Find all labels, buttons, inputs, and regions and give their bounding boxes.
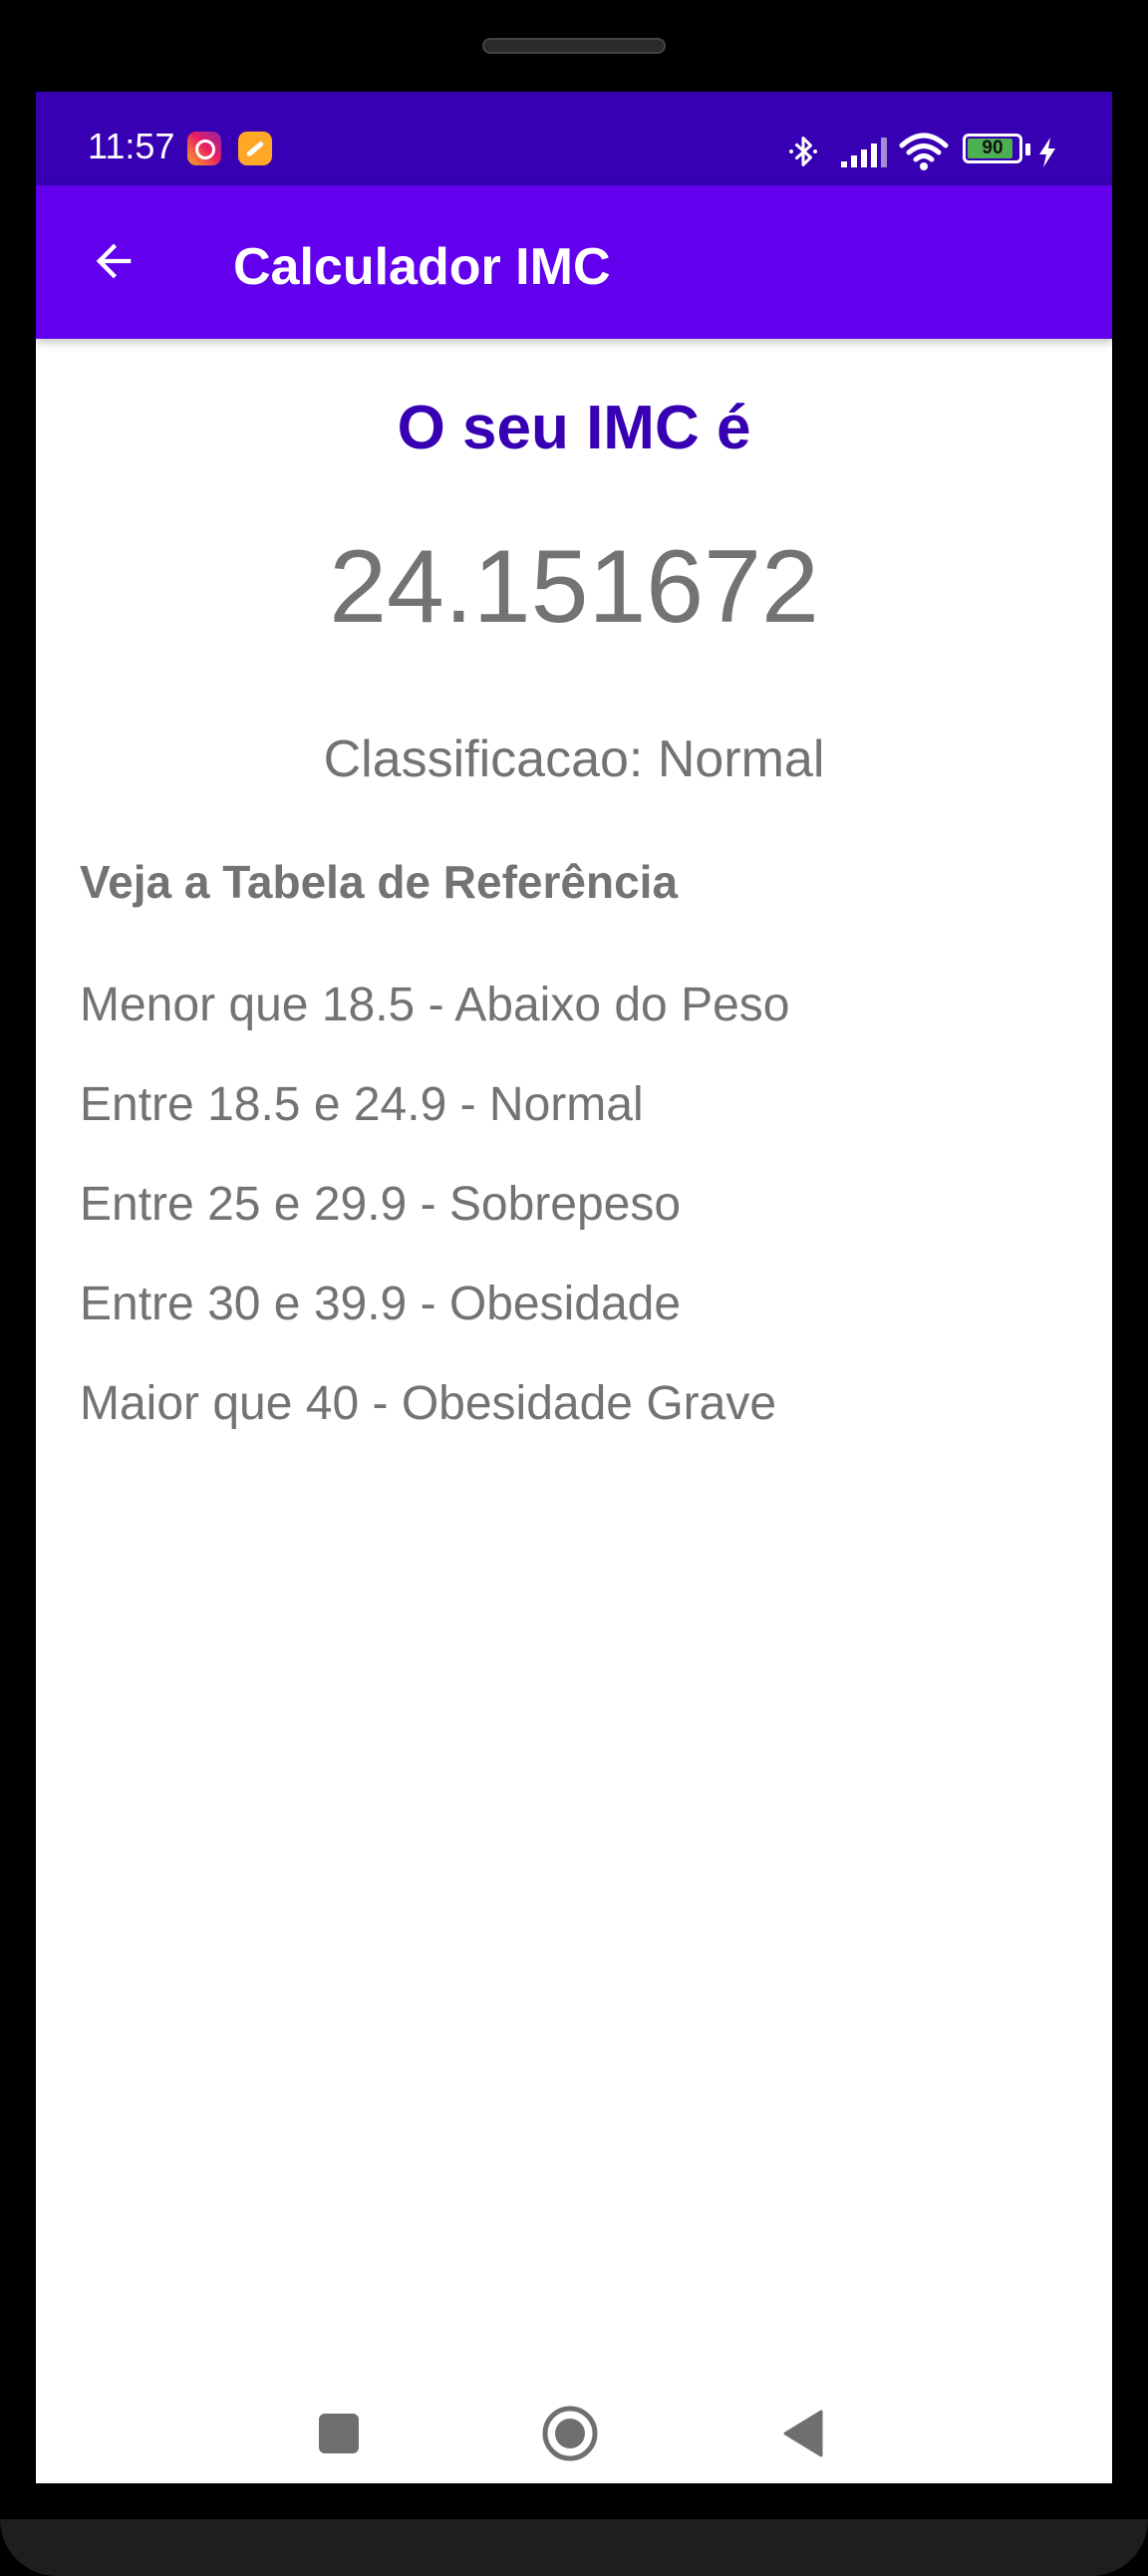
back-triangle-icon	[783, 2410, 823, 2457]
wifi-icon	[899, 133, 949, 170]
feed-icon	[238, 132, 272, 165]
home-icon	[542, 2406, 598, 2461]
signal-icon	[841, 138, 887, 167]
reference-item: Entre 18.5 e 24.9 - Normal	[80, 1078, 644, 1131]
app-title: Calculador IMC	[233, 238, 611, 296]
reference-item: Maior que 40 - Obesidade Grave	[80, 1377, 777, 1430]
phone-speaker	[482, 38, 666, 54]
back-button[interactable]	[78, 225, 149, 297]
recent-apps-button[interactable]	[299, 2394, 379, 2473]
recent-apps-icon	[319, 2414, 359, 2453]
reference-item: Entre 25 e 29.9 - Sobrepeso	[80, 1178, 682, 1231]
reference-list: Menor que 18.5 - Abaixo do Peso Entre 18…	[80, 977, 789, 1475]
nav-back-button[interactable]	[763, 2394, 843, 2473]
reference-title: Veja a Tabela de Referência	[80, 856, 679, 908]
screen: 11:57 90 Calculador IMC O seu IMC é 24.1…	[36, 92, 1112, 2483]
arrow-back-icon	[96, 243, 132, 279]
status-bar: 11:57 90	[36, 92, 1112, 185]
instagram-icon	[187, 132, 221, 165]
battery-icon: 90	[963, 134, 1022, 163]
reference-item: Menor que 18.5 - Abaixo do Peso	[80, 979, 790, 1031]
home-button[interactable]	[530, 2394, 610, 2473]
reference-item: Entre 30 e 39.9 - Obesidade	[80, 1278, 682, 1330]
phone-frame: 11:57 90 Calculador IMC O seu IMC é 24.1…	[0, 0, 1148, 2576]
charging-icon	[1039, 138, 1055, 167]
bluetooth-icon	[789, 137, 817, 166]
battery-level: 90	[982, 138, 1004, 158]
classification-text: Classificacao: Normal	[323, 730, 825, 788]
navigation-bar	[36, 2384, 1112, 2483]
status-time: 11:57	[88, 126, 175, 166]
bottom-bezel	[0, 2519, 1148, 2576]
battery-cap	[1025, 143, 1030, 155]
imc-value: 24.151672	[329, 529, 819, 645]
app-bar: Calculador IMC	[36, 185, 1112, 339]
result-heading: O seu IMC é	[397, 394, 751, 462]
